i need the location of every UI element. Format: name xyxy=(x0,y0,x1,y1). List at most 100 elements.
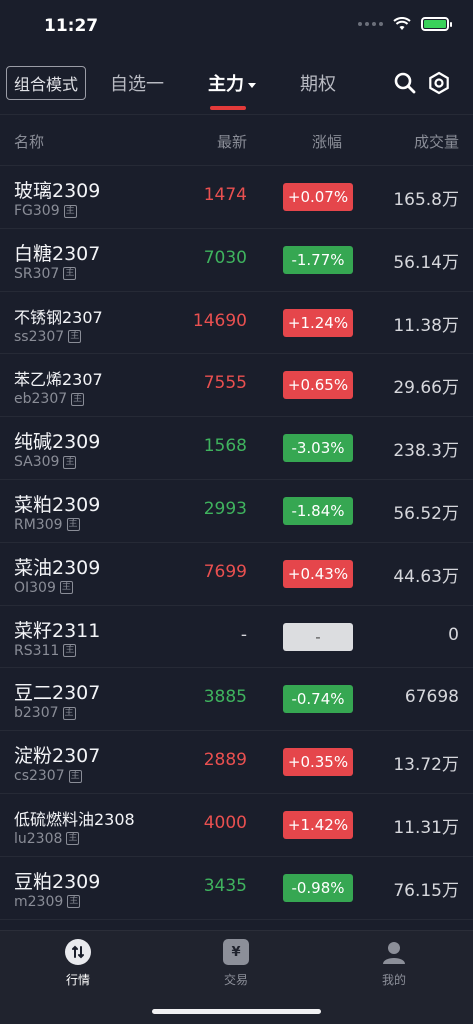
contract-code: cs2307 主 xyxy=(14,768,82,784)
latest-price: - xyxy=(240,624,247,645)
contract-code: SA309 主 xyxy=(14,454,77,471)
contract-name: 菜油2309 xyxy=(14,556,101,579)
main-contract-badge-icon: 主 xyxy=(71,392,85,406)
change-badge[interactable]: +0.07% xyxy=(283,183,353,211)
tabbar-market[interactable]: 行情 xyxy=(38,939,118,988)
volume: 11.38万 xyxy=(393,315,459,336)
table-row[interactable]: 淀粉2307 cs2307 主 2889 +0.35% 13.72万 xyxy=(0,731,473,794)
table-row[interactable]: 豆二2307 b2307 主 3885 -0.74% 67698 xyxy=(0,668,473,732)
main-contract-badge-icon: 主 xyxy=(66,518,80,532)
table-row[interactable]: 低硫燃料油2308 lu2308 主 4000 +1.42% 11.31万 xyxy=(0,794,473,857)
contract-name: 苯乙烯2307 xyxy=(14,370,103,390)
change-badge[interactable]: - xyxy=(283,622,353,651)
volume: 76.15万 xyxy=(393,880,459,901)
settings-icon[interactable] xyxy=(426,70,452,96)
main-contract-badge-icon: 主 xyxy=(62,706,76,720)
main-contract-badge-icon: 主 xyxy=(63,204,77,218)
home-indicator xyxy=(152,1009,321,1014)
change-badge[interactable]: +0.65% xyxy=(283,371,353,400)
change-badge[interactable]: -1.84% xyxy=(283,496,353,525)
contract-name: 白糖2307 xyxy=(14,242,101,265)
change-badge[interactable]: -0.74% xyxy=(283,685,353,714)
portfolio-mode-button[interactable]: 组合模式 xyxy=(6,66,86,100)
tabbar-mine[interactable]: 我的 xyxy=(354,939,434,988)
latest-price: 7555 xyxy=(203,373,247,394)
main-contract-badge-icon: 主 xyxy=(63,644,77,658)
tab-options[interactable]: 期权 xyxy=(300,70,336,96)
column-latest[interactable]: 最新 xyxy=(217,131,247,152)
column-volume[interactable]: 成交量 xyxy=(414,131,459,152)
volume: 56.52万 xyxy=(393,503,459,524)
contract-code-text: OI309 xyxy=(14,579,56,596)
table-row[interactable]: 菜籽2311 RS311 主 - - 0 xyxy=(0,606,473,669)
contract-name: 低硫燃料油2308 xyxy=(14,809,135,829)
table-row[interactable]: 白糖2307 SR307 主 7030 -1.77% 56.14万 xyxy=(0,229,473,292)
main-contract-badge-icon: 主 xyxy=(63,267,77,281)
table-row[interactable]: 豆粕2309 m2309 主 3435 -0.98% 76.15万 xyxy=(0,857,473,920)
tab-main-contracts[interactable]: 主力 xyxy=(208,70,256,96)
battery-icon xyxy=(421,17,452,31)
contract-code-text: SA309 xyxy=(14,454,60,471)
signal-icon xyxy=(358,22,383,26)
contract-code: RM309 主 xyxy=(14,517,80,533)
column-name[interactable]: 名称 xyxy=(14,131,44,152)
search-icon[interactable] xyxy=(392,70,418,96)
change-badge[interactable]: -3.03% xyxy=(283,434,353,463)
change-badge[interactable]: +1.24% xyxy=(283,308,353,337)
change-badge[interactable]: +0.43% xyxy=(283,559,353,588)
column-change[interactable]: 涨幅 xyxy=(312,131,342,152)
table-row[interactable]: 不锈钢2307 ss2307 主 14690 +1.24% 11.38万 xyxy=(0,292,473,355)
tab-label: 期权 xyxy=(300,74,336,95)
volume: 13.72万 xyxy=(393,755,459,776)
latest-price: 14690 xyxy=(192,310,247,331)
contract-name: 菜粕2309 xyxy=(14,493,101,516)
table-row[interactable]: 玻璃2309 FG309 主 1474 +0.07% 165.8万 xyxy=(0,166,473,229)
latest-price: 1474 xyxy=(203,185,247,205)
column-header: 名称 最新 涨幅 成交量 xyxy=(0,114,473,166)
table-row[interactable]: 菜粕2309 RM309 主 2993 -1.84% 56.52万 xyxy=(0,480,473,543)
contract-code: OI309 主 xyxy=(14,580,73,596)
table-row[interactable]: 菜油2309 OI309 主 7699 +0.43% 44.63万 xyxy=(0,543,473,606)
latest-price: 7699 xyxy=(203,561,247,582)
change-badge[interactable]: -1.77% xyxy=(283,245,353,274)
status-bar: 11:27 xyxy=(0,0,473,52)
contract-name: 豆粕2309 xyxy=(14,870,101,893)
contract-code-text: RM309 xyxy=(14,516,63,533)
latest-price: 1568 xyxy=(203,436,247,457)
tab-label: 自选一 xyxy=(110,74,164,95)
main-contract-badge-icon: 主 xyxy=(68,330,82,344)
volume: 29.66万 xyxy=(393,378,459,399)
contract-name: 豆二2307 xyxy=(14,682,101,705)
yen-icon: ¥ xyxy=(223,939,249,965)
contract-code-text: eb2307 xyxy=(14,391,68,408)
contract-name: 菜籽2311 xyxy=(14,619,101,642)
tab-watchlist[interactable]: 自选一 xyxy=(110,70,164,96)
contract-code-text: lu2308 xyxy=(14,830,63,847)
volume: 44.63万 xyxy=(393,566,459,587)
volume: 67698 xyxy=(404,687,459,708)
contract-code-text: RS311 xyxy=(14,642,60,659)
latest-price: 7030 xyxy=(203,247,247,268)
contract-code-text: m2309 xyxy=(14,893,64,910)
latest-price: 2889 xyxy=(203,750,247,771)
change-badge[interactable]: -0.98% xyxy=(283,873,353,902)
table-row[interactable]: 纯碱2309 SA309 主 1568 -3.03% 238.3万 xyxy=(0,417,473,480)
latest-price: 2993 xyxy=(203,498,247,519)
volume: 238.3万 xyxy=(393,441,459,462)
change-badge[interactable]: +0.35% xyxy=(283,748,353,777)
table-row[interactable]: 苯乙烯2307 eb2307 主 7555 +0.65% 29.66万 xyxy=(0,354,473,418)
volume: 11.31万 xyxy=(393,817,459,838)
contract-code: m2309 主 xyxy=(14,893,81,910)
change-badge[interactable]: +1.42% xyxy=(283,810,353,839)
tabbar-trade[interactable]: ¥ 交易 xyxy=(196,939,276,988)
caret-down-icon xyxy=(248,82,256,88)
contract-code: SR307 主 xyxy=(14,266,77,282)
tabbar-trade-label: 交易 xyxy=(223,973,248,987)
contract-code: lu2308 主 xyxy=(14,830,80,847)
volume: 56.14万 xyxy=(393,252,459,273)
contract-code: FG309 主 xyxy=(14,203,77,219)
tab-label: 主力 xyxy=(208,74,244,95)
market-icon xyxy=(65,939,91,965)
user-icon xyxy=(381,939,407,965)
contract-code-text: cs2307 xyxy=(14,768,65,785)
